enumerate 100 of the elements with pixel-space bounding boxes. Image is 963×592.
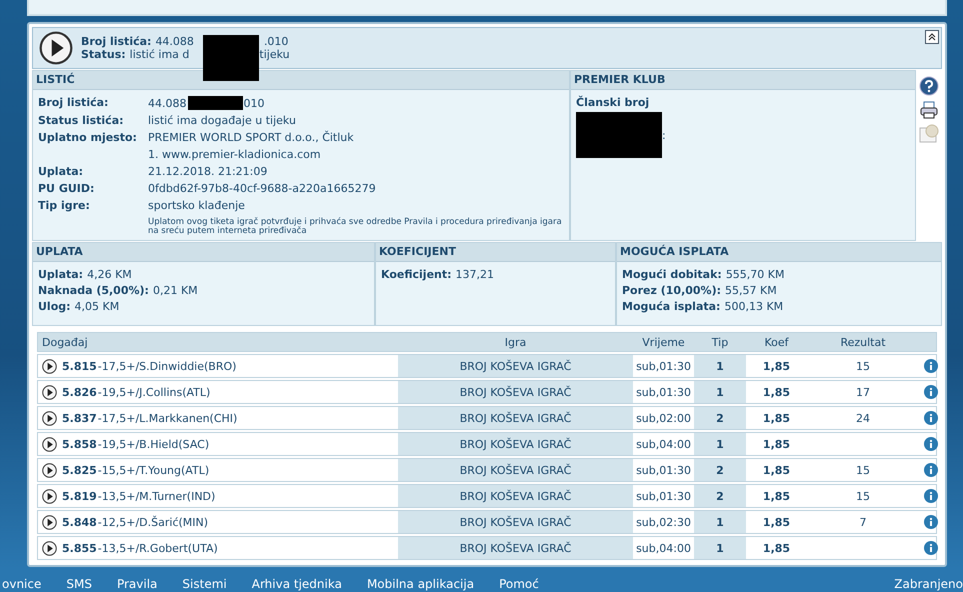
table-cell: BROJ KOŠEVA IGRAČ: [398, 485, 633, 507]
column-header: Događaj: [41, 334, 89, 350]
column-header: Rezultat: [839, 334, 887, 350]
field-label: Naknada (5,00%):: [38, 284, 149, 297]
field-value: 4,26 KM: [87, 268, 132, 281]
play-icon[interactable]: [42, 436, 57, 452]
info-icon[interactable]: [924, 437, 938, 451]
field-label: Broj listića:: [81, 35, 152, 48]
table-cell: BROJ KOŠEVA IGRAČ: [398, 459, 633, 481]
field-value: listić ima događaje u tijeku: [148, 114, 296, 127]
field-label: PU GUID:: [38, 182, 96, 195]
field-value: 0fdbd62f-97b8-40cf-9688-a220a1665279: [148, 182, 376, 195]
table-cell-text: 15: [855, 462, 871, 478]
field-label: Status:: [81, 48, 126, 61]
printer-icon[interactable]: [919, 100, 939, 120]
nav-link[interactable]: Sistemi: [182, 577, 227, 591]
field-value: listić ima d: [130, 48, 190, 61]
event-code: 5.858: [62, 438, 97, 450]
column-header: Koef: [763, 334, 790, 350]
play-icon[interactable]: [42, 384, 57, 400]
field-value: 137,21: [456, 268, 494, 281]
field-value: 500,13 KM: [724, 300, 784, 313]
table-cell: BROJ KOŠEVA IGRAČ: [398, 381, 633, 403]
event-name: -19,5+/B.Hield(SAC): [98, 438, 210, 450]
table-cell: 2: [694, 459, 746, 481]
section-title: PREMIER KLUB: [571, 71, 915, 90]
help-icon[interactable]: [919, 76, 939, 96]
table-cell: BROJ KOŠEVA IGRAČ: [398, 511, 633, 533]
play-icon[interactable]: [39, 31, 73, 65]
field-label: Mogući dobitak:: [622, 268, 722, 281]
nav-link[interactable]: Mobilna aplikacija: [366, 577, 474, 591]
table-cell-text: sub,01:30: [635, 358, 692, 374]
field-value: 010: [244, 96, 264, 110]
field-value: tijeku: [259, 48, 290, 61]
table-cell-text: 15: [855, 358, 871, 374]
play-icon[interactable]: [42, 514, 57, 530]
info-icon[interactable]: [924, 411, 938, 425]
event-name: -17,5+/S.Dinwiddie(BRO): [98, 360, 236, 372]
terms-notice: Uplatom ovog tiketa igrač potvrđuje i prihvaća sve odredbe Pravila i procedura priređivanja igara na sreću putem interneta priređivača: [147, 216, 563, 238]
section-title: LISTIĆ: [33, 71, 569, 90]
table-cell-text: 24: [855, 410, 871, 426]
field-label: Uplatno mjesto:: [38, 131, 138, 144]
table-cell-text: sub,01:30: [635, 488, 692, 504]
field-value: 0,21 KM: [152, 284, 198, 297]
field-value: 21.12.2018. 21:21:09: [148, 165, 268, 178]
event-name: -17,5+/L.Markkanen(CHI): [98, 412, 238, 424]
event-name: -19,5+/J.Collins(ATL): [98, 386, 210, 398]
play-icon[interactable]: [42, 540, 57, 556]
info-icon[interactable]: [924, 359, 938, 373]
field-value: .010: [264, 35, 288, 48]
table-cell-text: 1,85: [762, 410, 792, 426]
field-value: 44.088: [155, 35, 194, 48]
event-code: 5.826: [62, 386, 97, 398]
field-label: Koeficijent:: [381, 268, 452, 281]
field-value: 1. www.premier-kladionica.com: [148, 148, 321, 161]
info-icon[interactable]: [924, 463, 938, 477]
nav-link[interactable]: SMS: [66, 577, 92, 591]
table-cell-text: sub,01:30: [635, 384, 692, 400]
collapse-button[interactable]: [925, 30, 939, 44]
nav-link[interactable]: Pravila: [116, 577, 158, 591]
info-icon[interactable]: [924, 541, 938, 555]
play-icon[interactable]: [42, 410, 57, 426]
event-code: 5.855: [62, 542, 97, 554]
field-label: Uplata:: [38, 165, 84, 178]
table-cell-text: 1,85: [762, 358, 792, 374]
field-value: PREMIER WORLD SPORT d.o.o., Čitluk: [148, 131, 354, 144]
table-cell: BROJ KOŠEVA IGRAČ: [398, 355, 633, 377]
event-name: -12,5+/D.Šarić(MIN): [98, 516, 208, 528]
redaction-block: [203, 35, 259, 81]
event-code: 5.819: [62, 490, 97, 502]
table-cell: 2: [694, 407, 746, 429]
nav-link[interactable]: Pomoć: [499, 577, 539, 591]
table-cell: BROJ KOŠEVA IGRAČ: [398, 407, 633, 429]
event-code: 5.837: [62, 412, 97, 424]
table-cell-text: 15: [855, 488, 871, 504]
info-icon[interactable]: [924, 385, 938, 399]
event-name: -13,5+/R.Gobert(UTA): [98, 542, 218, 554]
play-icon[interactable]: [42, 462, 57, 478]
table-cell-text: sub,02:00: [635, 410, 692, 426]
table-cell-text: sub,04:00: [635, 436, 692, 452]
field-value: 55,57 KM: [725, 284, 777, 297]
nav-link[interactable]: Arhiva tjednika: [252, 577, 342, 591]
field-value: :: [662, 128, 666, 142]
table-cell: 1: [694, 381, 746, 403]
table-cell-text: 17: [855, 384, 871, 400]
nav-link[interactable]: Zabranjeno: [894, 577, 963, 591]
table-cell-text: 1,85: [762, 540, 792, 556]
table-cell-text: 1,85: [762, 514, 792, 530]
info-icon[interactable]: [924, 515, 938, 529]
chevron-up-icon: [927, 32, 937, 42]
play-icon[interactable]: [42, 358, 57, 374]
play-icon[interactable]: [42, 488, 57, 504]
info-icon[interactable]: [924, 489, 938, 503]
nav-link[interactable]: ovnice: [2, 577, 42, 591]
table-cell-text: 1,85: [762, 436, 792, 452]
field-value: 555,70 KM: [726, 268, 785, 281]
field-value: 4,05 KM: [74, 300, 120, 313]
field-label: Tip igre:: [38, 199, 91, 212]
section-title: MOGUĆA ISPLATA: [617, 243, 941, 262]
event-code: 5.825: [62, 464, 97, 476]
